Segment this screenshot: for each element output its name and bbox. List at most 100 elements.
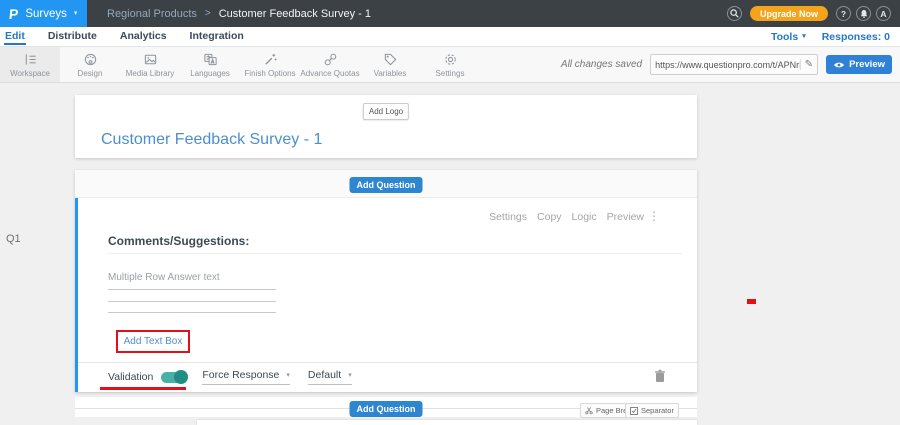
survey-title[interactable]: Customer Feedback Survey - 1 (101, 131, 322, 149)
add-logo-button[interactable]: Add Logo (363, 103, 409, 120)
tools-label: Tools (771, 31, 798, 43)
question-block: Settings Copy Logic Preview ⋮ Comments/S… (75, 198, 697, 392)
breadcrumb-parent[interactable]: Regional Products (107, 8, 197, 20)
settings-icon (443, 52, 458, 67)
topbar: P Surveys ▾ Regional Products > Customer… (0, 0, 900, 27)
question-number: Q1 (6, 233, 21, 245)
surveys-menu[interactable]: P Surveys ▾ (0, 0, 87, 27)
question-divider (108, 253, 682, 254)
question-logic-link[interactable]: Logic (572, 211, 597, 223)
nav-right: Tools ▾ Responses: 0 (771, 31, 900, 43)
questionpro-app: P Surveys ▾ Regional Products > Customer… (0, 0, 900, 425)
eye-icon (833, 61, 845, 69)
toolbar-right: All changes saved ✎ Preview (561, 47, 900, 82)
toolbar-item-label: Settings (436, 69, 465, 78)
question-copy-link[interactable]: Copy (537, 211, 562, 223)
avatar[interactable]: A (876, 6, 891, 21)
scissors-icon (585, 406, 593, 415)
answer-row-line (108, 289, 276, 290)
toolbar-item-settings[interactable]: Settings (420, 47, 480, 82)
upgrade-now-button[interactable]: Upgrade Now (750, 6, 828, 21)
surveys-menu-label: Surveys (25, 8, 67, 20)
variables-icon (383, 52, 398, 67)
pencil-icon: ✎ (805, 59, 813, 70)
toggle-knob-icon (174, 370, 188, 384)
advance-quotas-icon (323, 52, 338, 67)
validation-toggle[interactable] (161, 372, 187, 383)
more-options-icon[interactable]: ⋮ (648, 209, 660, 223)
tab-distribute[interactable]: Distribute (47, 28, 98, 45)
bell-icon (859, 9, 869, 19)
design-icon (83, 52, 98, 67)
default-dropdown-label: Default (308, 369, 341, 381)
checkbox-checked-icon (630, 407, 638, 415)
questionpro-logo: P (8, 6, 19, 22)
answer-placeholder: Multiple Row Answer text (108, 272, 220, 283)
chevron-down-icon: ▾ (348, 372, 352, 379)
trash-icon (654, 369, 666, 383)
breadcrumb-separator: > (205, 8, 211, 19)
add-question-button-top[interactable]: Add Question (350, 177, 423, 193)
next-block-card-partial (197, 420, 697, 425)
survey-url-box: ✎ (650, 54, 818, 75)
toolbar-item-finish-options[interactable]: Finish Options (240, 47, 300, 82)
finish-options-icon (263, 52, 278, 67)
survey-canvas: Q1 Add Logo Customer Feedback Survey - 1… (0, 83, 900, 425)
toolbar-item-design[interactable]: Design (60, 47, 120, 82)
validation-label: Validation (108, 371, 153, 383)
tools-menu[interactable]: Tools ▾ (771, 31, 806, 43)
add-question-band: Add Question (75, 170, 697, 198)
chevron-down-icon: ▾ (802, 33, 806, 40)
toolbar-item-languages[interactable]: Languages (180, 47, 240, 82)
add-text-box-highlight: Add Text Box (116, 330, 190, 353)
edit-toolbar: Workspace Design Media Library Languages… (0, 47, 900, 83)
delete-question-button[interactable] (654, 369, 666, 386)
separator-button[interactable]: Separator (625, 403, 679, 418)
topbar-actions: Upgrade Now ? A (727, 6, 900, 21)
answer-row-line (108, 312, 276, 313)
search-button[interactable] (727, 6, 742, 21)
chevron-down-icon: ▾ (286, 372, 290, 379)
default-dropdown[interactable]: Default ▾ (308, 369, 352, 385)
toolbar-item-variables[interactable]: Variables (360, 47, 420, 82)
tab-integration[interactable]: Integration (189, 28, 245, 45)
chevron-down-icon: ▾ (74, 10, 78, 17)
toolbar-item-label: Languages (190, 69, 230, 78)
question-preview-link[interactable]: Preview (607, 211, 644, 223)
workspace-icon (23, 52, 38, 67)
separator-label: Separator (641, 406, 674, 415)
force-response-dropdown[interactable]: Force Response ▾ (202, 369, 290, 385)
breadcrumb: Regional Products > Customer Feedback Su… (107, 8, 371, 20)
save-status: All changes saved (561, 59, 642, 70)
force-response-label: Force Response (202, 369, 279, 381)
notifications-button[interactable] (856, 6, 871, 21)
add-question-button-bottom[interactable]: Add Question (350, 401, 423, 417)
toolbar-item-media-library[interactable]: Media Library (120, 47, 180, 82)
toolbar-item-workspace[interactable]: Workspace (0, 47, 60, 82)
add-text-box-link[interactable]: Add Text Box (124, 336, 183, 347)
tab-edit[interactable]: Edit (4, 28, 26, 45)
toolbar-item-label: Advance Quotas (300, 69, 359, 78)
breadcrumb-current: Customer Feedback Survey - 1 (219, 8, 371, 20)
tab-analytics[interactable]: Analytics (119, 28, 168, 45)
question-card: Add Question Settings Copy Logic Preview… (75, 170, 697, 392)
survey-url-input[interactable] (655, 60, 800, 70)
search-icon (730, 9, 739, 18)
toolbar-item-advance-quotas[interactable]: Advance Quotas (300, 47, 360, 82)
responses-count[interactable]: Responses: 0 (822, 31, 890, 43)
between-blocks-band: Add Question Page Break Separator (75, 397, 697, 417)
toolbar-item-label: Variables (374, 69, 407, 78)
question-settings-link[interactable]: Settings (489, 211, 527, 223)
help-button[interactable]: ? (836, 6, 851, 21)
section-tabs: Edit Distribute Analytics Integration To… (0, 27, 900, 47)
edit-url-button[interactable]: ✎ (800, 59, 813, 70)
answer-row-line (108, 301, 276, 302)
preview-button[interactable]: Preview (826, 55, 892, 74)
question-actions: Settings Copy Logic Preview (489, 211, 644, 223)
languages-icon (203, 52, 218, 67)
toolbar-item-label: Media Library (126, 69, 174, 78)
toolbar-item-label: Design (78, 69, 103, 78)
question-text[interactable]: Comments/Suggestions: (108, 234, 249, 248)
toolbar-item-label: Finish Options (244, 69, 295, 78)
validation-red-underline-annotation (100, 387, 186, 390)
